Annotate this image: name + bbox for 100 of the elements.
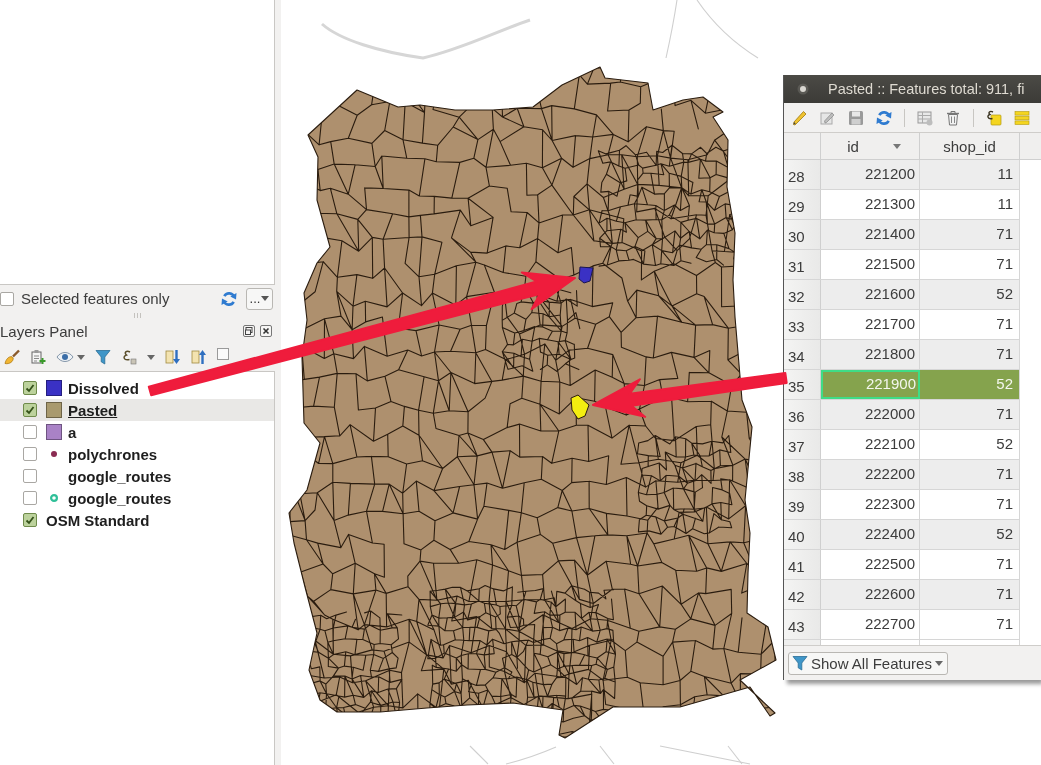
multi-edit-icon[interactable] [820,109,836,126]
eye-icon[interactable] [56,351,74,363]
checkbox-label[interactable]: Selected features only [21,290,221,307]
table-row[interactable]: 28 221200 11 [784,160,1020,190]
table-cell: 221400 [821,220,920,249]
table-cell: 71 [920,310,1020,339]
caret-icon [261,296,270,301]
refresh-icon[interactable] [221,290,237,307]
row-header[interactable]: 43 [784,610,821,639]
checkbox[interactable] [0,291,14,306]
collapse-all-icon[interactable] [191,349,207,365]
layer-name: Pasted [68,401,118,419]
layer-item[interactable]: Dissolved [0,377,274,399]
add-row-icon[interactable] [917,109,933,126]
table-row[interactable]: 30 221400 71 [784,220,1020,250]
row-header[interactable]: 32 [784,280,821,309]
save-icon[interactable] [848,109,864,126]
visibility-checkbox[interactable] [23,425,37,439]
table-row[interactable]: 35 221900 52 [784,370,1020,400]
expression-icon[interactable] [986,109,1002,126]
row-header[interactable]: 33 [784,310,821,339]
table-row[interactable]: 33 221700 71 [784,310,1020,340]
table-cell: 221300 [821,190,920,219]
splitter-grip-icon[interactable] [134,313,141,318]
highlighted-polygon [570,394,590,420]
float-icon[interactable] [243,325,255,337]
table-cell: 222100 [821,430,920,459]
table-row[interactable]: 37 222100 52 [784,430,1020,460]
filter-icon [792,655,808,671]
row-header[interactable]: 39 [784,490,821,519]
table-cell: 221700 [821,310,920,339]
row-header[interactable]: 41 [784,550,821,579]
caret-icon[interactable] [147,354,155,360]
caret-icon [934,660,943,666]
table-cell: 71 [920,250,1020,279]
table-cell: 221900 [821,370,920,399]
table-cell: 71 [920,550,1020,579]
table-row[interactable]: 38 222200 71 [784,460,1020,490]
table-row[interactable]: 41 222500 71 [784,550,1020,580]
layer-item[interactable]: a [0,421,274,443]
row-header[interactable]: 29 [784,190,821,219]
table-row[interactable]: 29 221300 11 [784,190,1020,220]
row-header[interactable]: 37 [784,430,821,459]
filter-icon[interactable] [95,349,111,365]
table-row[interactable]: 40 222400 52 [784,520,1020,550]
table-cell: 222700 [821,610,920,639]
pencil-icon[interactable] [792,109,808,126]
visibility-checkbox[interactable] [23,381,37,395]
row-header[interactable]: 35 [784,370,821,399]
caret-icon[interactable] [77,354,85,360]
layer-name: a [68,423,77,441]
square-icon[interactable] [217,348,229,360]
layer-item[interactable]: OSM Standard [0,509,274,531]
options-button[interactable]: ... [246,287,273,310]
row-header[interactable]: 36 [784,400,821,429]
table-row[interactable]: 42 222600 71 [784,580,1020,610]
layer-name: google_routes [68,489,172,507]
layer-item[interactable]: polychrones [0,443,274,465]
table-row[interactable]: 43 222700 71 [784,610,1020,640]
row-header[interactable]: 34 [784,340,821,369]
layer-item[interactable]: Pasted [0,399,274,421]
table-row[interactable]: 31 221500 71 [784,250,1020,280]
table-row[interactable]: 32 221600 52 [784,280,1020,310]
row-header[interactable]: 28 [784,160,821,189]
column-header[interactable]: shop_id [920,133,1020,159]
brush-icon[interactable] [4,349,20,365]
visibility-checkbox[interactable] [23,403,37,417]
panel-title: Layers Panel [0,322,89,340]
close-icon[interactable] [260,325,272,337]
show-all-features-button[interactable]: Show All Features [788,651,948,675]
column-header[interactable]: id [821,133,920,159]
row-header[interactable]: 38 [784,460,821,489]
trash-icon[interactable] [945,109,961,126]
table-row[interactable]: 34 221800 71 [784,340,1020,370]
row-header[interactable]: 30 [784,220,821,249]
layer-name: Dissolved [68,379,139,397]
layer-name: polychrones [68,445,158,463]
visibility-checkbox[interactable] [23,469,37,483]
row-header[interactable]: 42 [784,580,821,609]
expand-all-icon[interactable] [165,349,181,365]
refresh-icon[interactable] [876,109,892,126]
expression-icon[interactable] [121,349,137,365]
layer-item[interactable]: google_routes [0,465,274,487]
visibility-checkbox[interactable] [23,513,37,527]
visibility-checkbox[interactable] [23,491,37,505]
row-header[interactable]: 31 [784,250,821,279]
clipboard-icon[interactable] [30,349,46,365]
table-cell: 52 [920,430,1020,459]
row-header[interactable]: 40 [784,520,821,549]
table-row[interactable]: 39 222300 71 [784,490,1020,520]
table-row[interactable]: 36 222000 71 [784,400,1020,430]
visibility-checkbox[interactable] [23,447,37,461]
table-cell: 222600 [821,580,920,609]
table-cell: 71 [920,340,1020,369]
layer-item[interactable]: google_routes [0,487,274,509]
dot-icon[interactable] [797,83,809,95]
table-cell: 71 [920,610,1020,639]
table-cell: 222400 [821,520,920,549]
table-cell: 222300 [821,490,920,519]
table-cell: 221200 [821,160,920,189]
